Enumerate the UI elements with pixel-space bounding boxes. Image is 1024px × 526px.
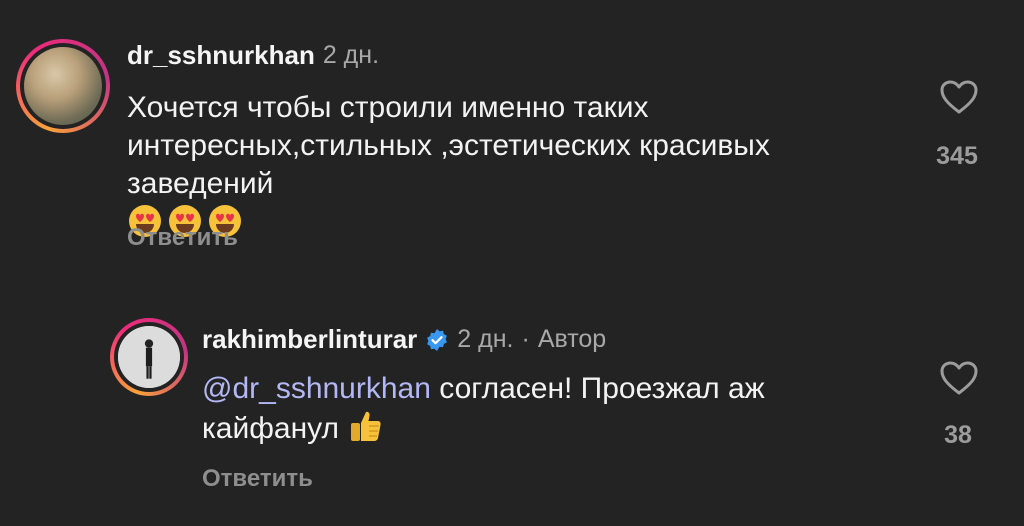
comment-header: dr_sshnurkhan 2 дн. <box>127 40 379 71</box>
comment-text: Хочется чтобы строили именно таких интер… <box>127 89 907 243</box>
reply-comment-item: rakhimberlinturar 2 дн. · Автор @dr_sshn… <box>0 300 1024 526</box>
username[interactable]: rakhimberlinturar <box>202 324 417 355</box>
avatar[interactable] <box>16 39 110 133</box>
heart-icon[interactable] <box>939 79 979 115</box>
person-silhouette-icon <box>118 326 180 388</box>
timestamp: 2 дн. <box>322 41 380 69</box>
comment-item: dr_sshnurkhan 2 дн. Хочется чтобы строил… <box>0 0 1024 280</box>
mention-link[interactable]: @dr_sshnurkhan <box>202 372 431 405</box>
reply-button[interactable]: Ответить <box>202 465 313 493</box>
comment-header: rakhimberlinturar 2 дн. · Автор <box>202 324 606 355</box>
avatar-image <box>24 47 102 125</box>
comment-text: @dr_sshnurkhan согласен! Проезжал аж кай… <box>202 370 902 448</box>
avatar-image <box>118 326 180 388</box>
like-count: 38 <box>944 421 972 449</box>
author-badge: Автор <box>537 325 607 353</box>
reply-button[interactable]: Ответить <box>127 224 238 252</box>
separator: · <box>521 325 530 353</box>
heart-icon[interactable] <box>939 360 979 396</box>
comment-body: Хочется чтобы строили именно таких интер… <box>127 91 770 200</box>
username[interactable]: dr_sshnurkhan <box>127 40 315 71</box>
avatar[interactable] <box>110 318 188 396</box>
verified-badge-icon <box>427 328 448 351</box>
timestamp: 2 дн. <box>457 325 514 353</box>
thumbs-up-icon <box>351 411 381 441</box>
like-count: 345 <box>936 142 978 170</box>
